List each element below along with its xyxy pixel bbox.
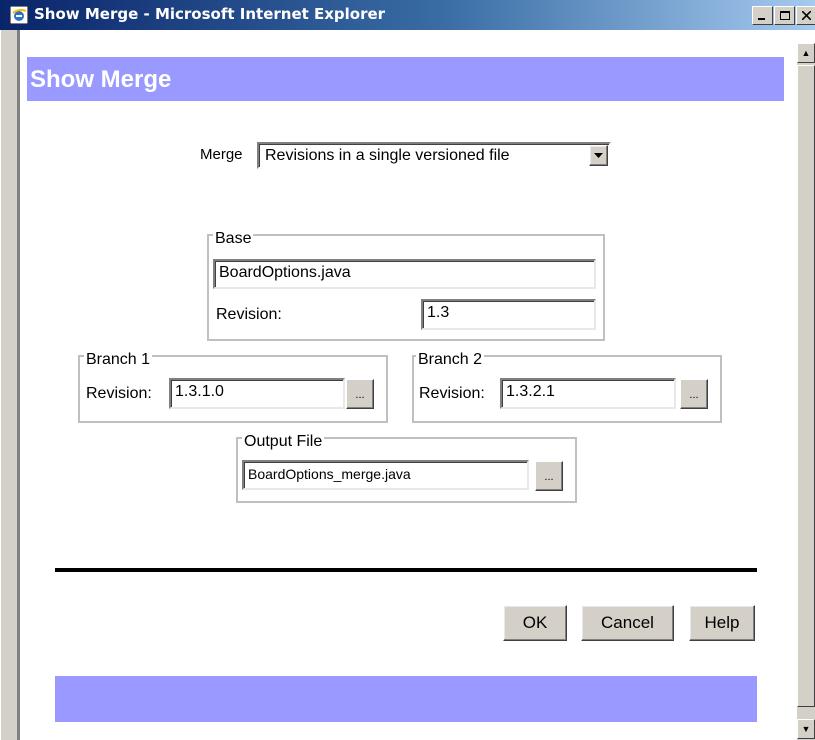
- branch1-legend: Branch 1: [84, 351, 153, 369]
- merge-label: Merge: [200, 146, 243, 163]
- cancel-button[interactable]: Cancel: [581, 605, 674, 641]
- merge-type-select[interactable]: Revisions in a single versioned file: [257, 142, 611, 169]
- maximize-button[interactable]: [774, 6, 795, 25]
- arrow-down-icon: ▼: [801, 724, 811, 734]
- branch2-revision-value: 1.3.2.1: [506, 383, 555, 400]
- branch2-revision-input[interactable]: 1.3.2.1: [500, 378, 676, 409]
- scroll-down-button[interactable]: ▼: [797, 719, 815, 739]
- close-icon: [802, 11, 811, 20]
- base-revision-label: Revision:: [216, 306, 282, 323]
- divider: [55, 568, 757, 572]
- branch1-revision-label: Revision:: [86, 385, 152, 402]
- branch2-legend: Branch 2: [416, 351, 485, 369]
- internet-explorer-icon: [10, 6, 28, 24]
- window-title: Show Merge - Microsoft Internet Explorer: [34, 5, 386, 23]
- branch1-revision-value: 1.3.1.0: [175, 383, 224, 400]
- branch1-revision-input[interactable]: 1.3.1.0: [169, 378, 345, 409]
- window-left-border: [0, 30, 20, 740]
- window-titlebar: Show Merge - Microsoft Internet Explorer: [0, 0, 815, 30]
- base-legend: Base: [213, 230, 254, 248]
- branch2-revision-label: Revision:: [419, 385, 485, 402]
- close-button[interactable]: [796, 6, 815, 25]
- base-revision-value: 1.3: [427, 304, 450, 321]
- branch1-browse-button[interactable]: ...: [346, 379, 374, 409]
- base-file-input[interactable]: BoardOptions.java: [213, 259, 596, 289]
- output-browse-button[interactable]: ...: [535, 461, 563, 491]
- output-file-input[interactable]: BoardOptions_merge.java: [242, 460, 529, 490]
- output-file-value: BoardOptions_merge.java: [248, 466, 411, 482]
- vertical-scrollbar[interactable]: ▲ ▼: [797, 43, 815, 740]
- chevron-down-icon: [594, 153, 603, 158]
- branch2-browse-button[interactable]: ...: [680, 379, 708, 409]
- scroll-up-button[interactable]: ▲: [797, 43, 815, 63]
- header-band: Show Merge: [27, 57, 784, 101]
- base-file-value: BoardOptions.java: [219, 264, 351, 281]
- arrow-up-icon: ▲: [801, 48, 811, 58]
- help-button[interactable]: Help: [689, 605, 755, 641]
- maximize-icon: [779, 11, 790, 20]
- dropdown-button[interactable]: [589, 145, 608, 166]
- page-title: Show Merge: [30, 66, 172, 93]
- minimize-button[interactable]: [752, 6, 773, 25]
- base-revision-input[interactable]: 1.3: [421, 299, 596, 330]
- footer-band: [55, 676, 757, 722]
- merge-type-value: Revisions in a single versioned file: [265, 147, 510, 164]
- minimize-icon: [758, 18, 765, 20]
- ok-button[interactable]: OK: [503, 605, 567, 641]
- scrollbar-thumb[interactable]: [797, 65, 815, 707]
- output-legend: Output File: [242, 433, 325, 451]
